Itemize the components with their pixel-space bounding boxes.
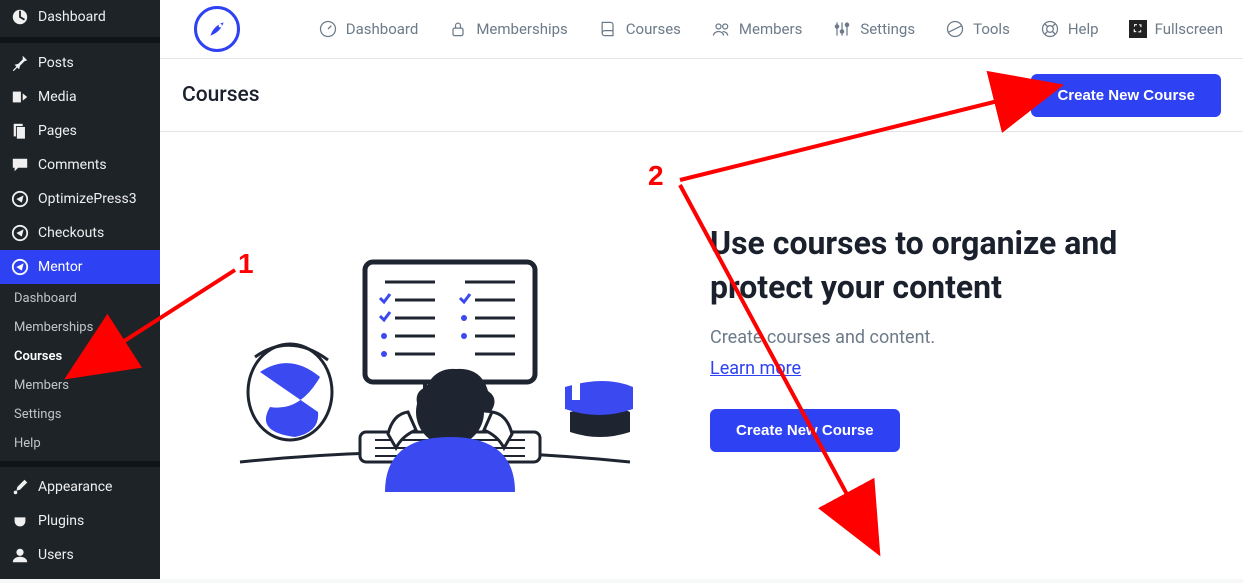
people-icon bbox=[711, 19, 731, 39]
topnav-label: Courses bbox=[626, 20, 681, 38]
sliders-icon bbox=[832, 19, 852, 39]
op-icon bbox=[10, 223, 30, 243]
wp-submenu-label: Settings bbox=[14, 407, 61, 422]
wp-menu-label: Posts bbox=[38, 55, 74, 71]
wp-menu-mentor[interactable]: Mentor bbox=[0, 250, 160, 284]
wp-menu-media[interactable]: Media bbox=[0, 80, 160, 114]
wp-menu-label: Checkouts bbox=[38, 225, 104, 241]
topnav-label: Members bbox=[739, 20, 802, 38]
page-icon bbox=[10, 121, 30, 141]
wp-submenu-label: Dashboard bbox=[14, 291, 77, 306]
wp-menu-label: Pages bbox=[38, 123, 77, 139]
wp-submenu-settings[interactable]: Settings bbox=[0, 400, 160, 429]
wp-submenu-label: Memberships bbox=[14, 320, 93, 335]
hero-heading: Use courses to organize and protect your… bbox=[710, 222, 1213, 308]
comment-icon bbox=[10, 155, 30, 175]
topnav-label: Dashboard bbox=[346, 20, 419, 38]
op-icon bbox=[10, 189, 30, 209]
plugin-topnav: Dashboard Memberships Courses Members Se… bbox=[160, 0, 1243, 59]
book-icon bbox=[598, 19, 618, 39]
topnav-members[interactable]: Members bbox=[711, 19, 802, 39]
wp-submenu-dashboard[interactable]: Dashboard bbox=[0, 284, 160, 313]
create-course-button-hero[interactable]: Create New Course bbox=[710, 409, 900, 452]
hero-subtext: Create courses and content. bbox=[710, 327, 1213, 348]
create-course-button-top[interactable]: Create New Course bbox=[1031, 74, 1221, 117]
wp-submenu-label: Members bbox=[14, 378, 69, 393]
target-icon bbox=[945, 19, 965, 39]
wp-menu-checkouts[interactable]: Checkouts bbox=[0, 216, 160, 250]
wp-menu-label: Plugins bbox=[38, 513, 84, 529]
topnav-label: Memberships bbox=[476, 20, 567, 38]
hero-illustration bbox=[190, 182, 680, 492]
op-icon bbox=[10, 257, 30, 277]
wp-menu-comments[interactable]: Comments bbox=[0, 148, 160, 182]
topnav-fullscreen[interactable]: ⛶ Fullscreen bbox=[1129, 20, 1223, 38]
main-content: Dashboard Memberships Courses Members Se… bbox=[160, 0, 1243, 579]
topnav-dashboard[interactable]: Dashboard bbox=[318, 19, 419, 39]
wp-submenu-label: Help bbox=[14, 436, 41, 451]
wp-menu-label: OptimizePress3 bbox=[38, 191, 137, 207]
wp-menu-label: Comments bbox=[38, 157, 107, 173]
media-icon bbox=[10, 87, 30, 107]
wp-submenu-help[interactable]: Help bbox=[0, 429, 160, 458]
dashboard-icon bbox=[10, 7, 30, 27]
separator bbox=[0, 37, 160, 43]
wp-menu-label: Users bbox=[38, 547, 74, 563]
user-icon bbox=[10, 545, 30, 565]
plug-icon bbox=[10, 511, 30, 531]
topnav-label: Settings bbox=[860, 20, 915, 38]
fullscreen-icon: ⛶ bbox=[1129, 20, 1147, 38]
lock-icon bbox=[448, 19, 468, 39]
hero-text: Use courses to organize and protect your… bbox=[710, 222, 1213, 451]
wp-admin-sidebar: Dashboard Posts Media Pages Comments Opt… bbox=[0, 0, 160, 579]
topnav-label: Tools bbox=[973, 20, 1010, 38]
pin-icon bbox=[10, 53, 30, 73]
wp-menu-pages[interactable]: Pages bbox=[0, 114, 160, 148]
wp-submenu-label: Courses bbox=[14, 349, 62, 364]
gauge-icon bbox=[318, 19, 338, 39]
wp-menu-optimizepress[interactable]: OptimizePress3 bbox=[0, 182, 160, 216]
topnav-label: Help bbox=[1068, 20, 1099, 38]
wp-menu-posts[interactable]: Posts bbox=[0, 46, 160, 80]
wp-menu-label: Appearance bbox=[38, 479, 112, 495]
topnav-courses[interactable]: Courses bbox=[598, 19, 681, 39]
topnav-help[interactable]: Help bbox=[1040, 19, 1099, 39]
learn-more-link[interactable]: Learn more bbox=[710, 358, 801, 379]
topnav-label: Fullscreen bbox=[1155, 20, 1223, 38]
separator bbox=[0, 461, 160, 467]
brand-logo[interactable] bbox=[194, 6, 240, 52]
wp-submenu-memberships[interactable]: Memberships bbox=[0, 313, 160, 342]
page-title: Courses bbox=[182, 83, 1031, 107]
wp-menu-label: Media bbox=[38, 89, 77, 105]
lifebuoy-icon bbox=[1040, 19, 1060, 39]
wp-submenu-courses[interactable]: Courses bbox=[0, 342, 160, 371]
page-header: Courses Create New Course bbox=[160, 59, 1243, 132]
topnav-settings[interactable]: Settings bbox=[832, 19, 915, 39]
wp-menu-plugins[interactable]: Plugins bbox=[0, 504, 160, 538]
rocket-icon bbox=[206, 18, 228, 40]
wp-submenu-members[interactable]: Members bbox=[0, 371, 160, 400]
wp-menu-users[interactable]: Users bbox=[0, 538, 160, 572]
wp-menu-label: Mentor bbox=[38, 259, 83, 275]
wp-menu-appearance[interactable]: Appearance bbox=[0, 470, 160, 504]
brush-icon bbox=[10, 477, 30, 497]
empty-state-hero: Use courses to organize and protect your… bbox=[160, 132, 1243, 542]
wp-menu-dashboard[interactable]: Dashboard bbox=[0, 0, 160, 34]
wp-menu-label: Dashboard bbox=[38, 9, 106, 25]
topnav-memberships[interactable]: Memberships bbox=[448, 19, 567, 39]
topnav-tools[interactable]: Tools bbox=[945, 19, 1010, 39]
